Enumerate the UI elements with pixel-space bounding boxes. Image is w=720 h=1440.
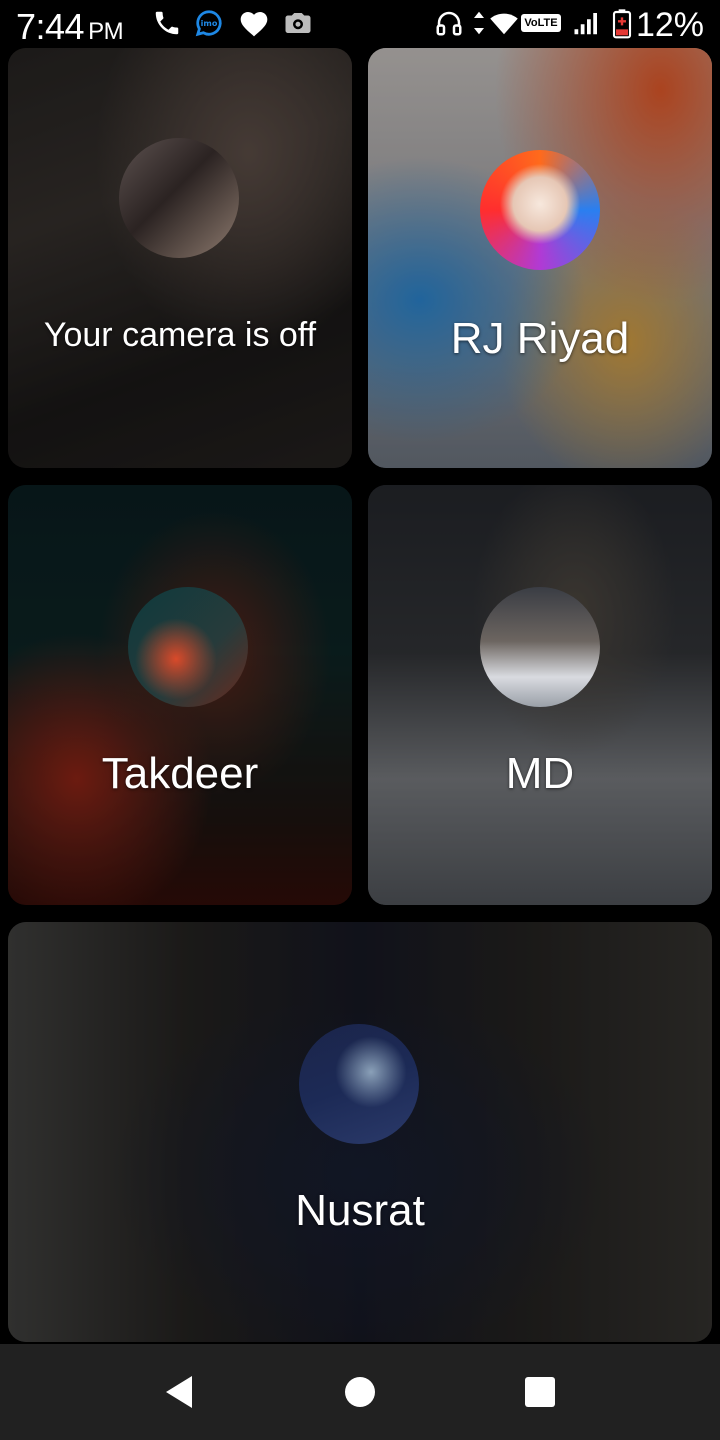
home-icon[interactable] (340, 1372, 380, 1412)
participant-tile-nusrat[interactable]: Nusrat (8, 922, 712, 1342)
clock: 7:44 PM (16, 6, 124, 48)
participant-name: Takdeer (101, 749, 259, 798)
avatar (480, 150, 600, 270)
participant-name: MD (505, 749, 575, 798)
imo-icon: imo (195, 10, 222, 37)
heart-icon (240, 12, 268, 37)
battery-icon (612, 9, 632, 39)
signal-icon (574, 13, 597, 35)
participant-tile-takdeer[interactable]: Takdeer (8, 485, 352, 905)
participant-tile-md[interactable]: MD (368, 485, 712, 905)
clock-time: 7:44 (16, 6, 85, 47)
avatar (128, 587, 248, 707)
back-icon[interactable] (160, 1372, 200, 1412)
navigation-bar (0, 1344, 720, 1440)
participant-tile-self[interactable]: Your camera is off (8, 48, 352, 468)
participant-tile-rj-riyad[interactable]: RJ Riyad (368, 48, 712, 468)
svg-text:imo: imo (201, 18, 218, 28)
wifi-icon (490, 13, 518, 35)
data-arrows-icon (474, 11, 484, 35)
participant-label: Your camera is off (43, 316, 317, 354)
headphones-icon (436, 11, 462, 36)
camera-icon (285, 13, 311, 33)
avatar (299, 1024, 419, 1144)
status-bar: 7:44 PM imo VoLTE 12% (0, 0, 720, 48)
participant-name: RJ Riyad (450, 314, 630, 363)
volte-badge: VoLTE (521, 14, 561, 32)
recents-icon[interactable] (520, 1372, 560, 1412)
clock-ampm: PM (88, 18, 124, 45)
phone-icon (155, 11, 179, 35)
participant-name: Nusrat (295, 1186, 425, 1235)
battery-percentage: 12% (635, 6, 704, 44)
avatar (119, 138, 239, 258)
avatar (480, 587, 600, 707)
